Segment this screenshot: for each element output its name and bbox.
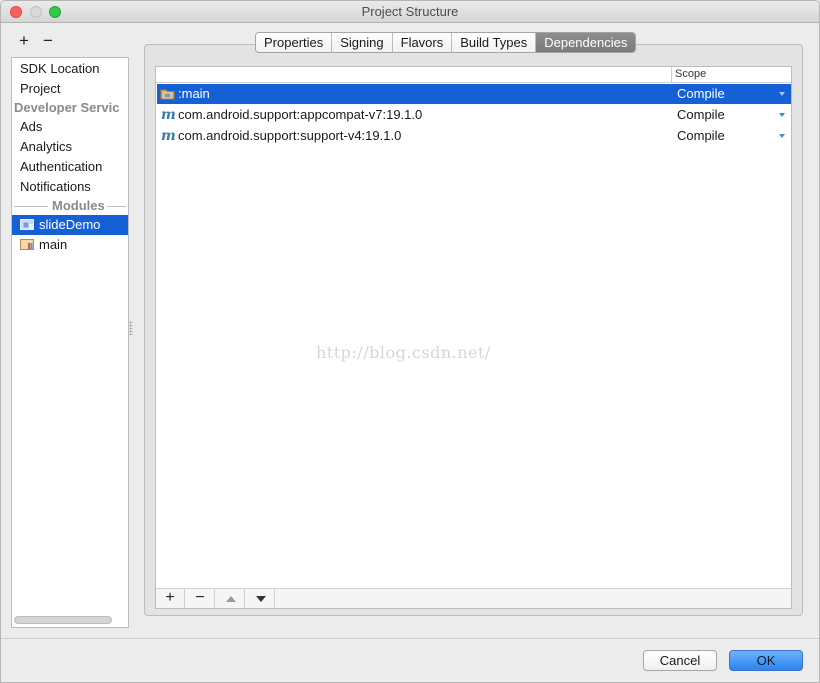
sidebar-toolbar: + − (15, 32, 57, 52)
chevron-down-icon[interactable] (779, 113, 785, 117)
modules-label: Modules (50, 197, 107, 215)
dependencies-table: Scope :main Compile m com.android.suppor… (155, 66, 792, 609)
ok-button[interactable]: OK (729, 650, 803, 671)
table-header: Scope (156, 67, 791, 83)
splitter-handle[interactable] (129, 321, 133, 335)
module-folder-icon (160, 89, 175, 100)
move-up-button[interactable] (216, 589, 245, 608)
modules-separator: Modules (12, 197, 128, 215)
sidebar-item-notifications[interactable]: Notifications (12, 177, 128, 197)
watermark: http://blog.csdn.net/ (316, 343, 491, 362)
arrow-down-icon (256, 596, 266, 602)
sidebar-item-label: main (39, 237, 68, 252)
table-row[interactable]: m com.android.support:appcompat-v7:19.1.… (157, 105, 791, 125)
library-module-icon (20, 239, 34, 250)
remove-module-button[interactable]: − (39, 32, 57, 52)
chevron-down-icon[interactable] (779, 134, 785, 138)
add-dependency-button[interactable]: + (156, 589, 185, 608)
dependency-scope[interactable]: Compile (677, 84, 725, 104)
dependency-scope[interactable]: Compile (677, 126, 725, 146)
remove-dependency-button[interactable]: − (186, 589, 215, 608)
dependency-name: :main (178, 86, 210, 101)
maven-icon: m (161, 107, 176, 123)
table-row[interactable]: m com.android.support:support-v4:19.1.0 … (157, 126, 791, 146)
sidebar-item-analytics[interactable]: Analytics (12, 137, 128, 157)
footer-divider (1, 638, 819, 639)
project-structure-window: Project Structure + − SDK Location Proje… (0, 0, 820, 683)
tab-properties[interactable]: Properties (256, 33, 333, 52)
sidebar-item-slidedemo[interactable]: slideDemo (12, 215, 128, 235)
title-bar: Project Structure (1, 1, 819, 23)
tab-build-types[interactable]: Build Types (452, 33, 537, 52)
table-toolbar: + − (156, 588, 791, 608)
dependency-scope[interactable]: Compile (677, 105, 725, 125)
app-module-icon (20, 219, 34, 230)
sidebar-item-project[interactable]: Project (12, 79, 128, 99)
sidebar-item-ads[interactable]: Ads (12, 117, 128, 137)
maven-icon: m (161, 128, 176, 144)
arrow-up-icon (226, 596, 236, 602)
chevron-down-icon[interactable] (779, 92, 785, 96)
dependency-name: com.android.support:support-v4:19.1.0 (178, 128, 402, 143)
tab-flavors[interactable]: Flavors (392, 33, 453, 52)
add-module-button[interactable]: + (15, 32, 33, 52)
sidebar-item-sdk-location[interactable]: SDK Location (12, 59, 128, 79)
sidebar-item-authentication[interactable]: Authentication (12, 157, 128, 177)
sidebar-header-developer-services: Developer Servic (14, 100, 120, 115)
window-title: Project Structure (361, 4, 459, 19)
move-down-button[interactable] (246, 589, 275, 608)
sidebar-horizontal-scrollbar[interactable] (14, 616, 112, 624)
sidebar-item-label: slideDemo (39, 217, 101, 232)
tab-dependencies[interactable]: Dependencies (536, 33, 636, 52)
tab-signing[interactable]: Signing (332, 33, 393, 52)
dependency-name: com.android.support:appcompat-v7:19.1.0 (178, 107, 423, 122)
scope-column-header[interactable]: Scope (675, 68, 706, 80)
cancel-button[interactable]: Cancel (643, 650, 717, 671)
sidebar: SDK Location Project Developer Servic Ad… (11, 57, 129, 628)
sidebar-item-main[interactable]: main (12, 235, 128, 255)
module-tabs: Properties Signing Flavors Build Types D… (255, 32, 637, 53)
table-row[interactable]: :main Compile (157, 84, 791, 104)
